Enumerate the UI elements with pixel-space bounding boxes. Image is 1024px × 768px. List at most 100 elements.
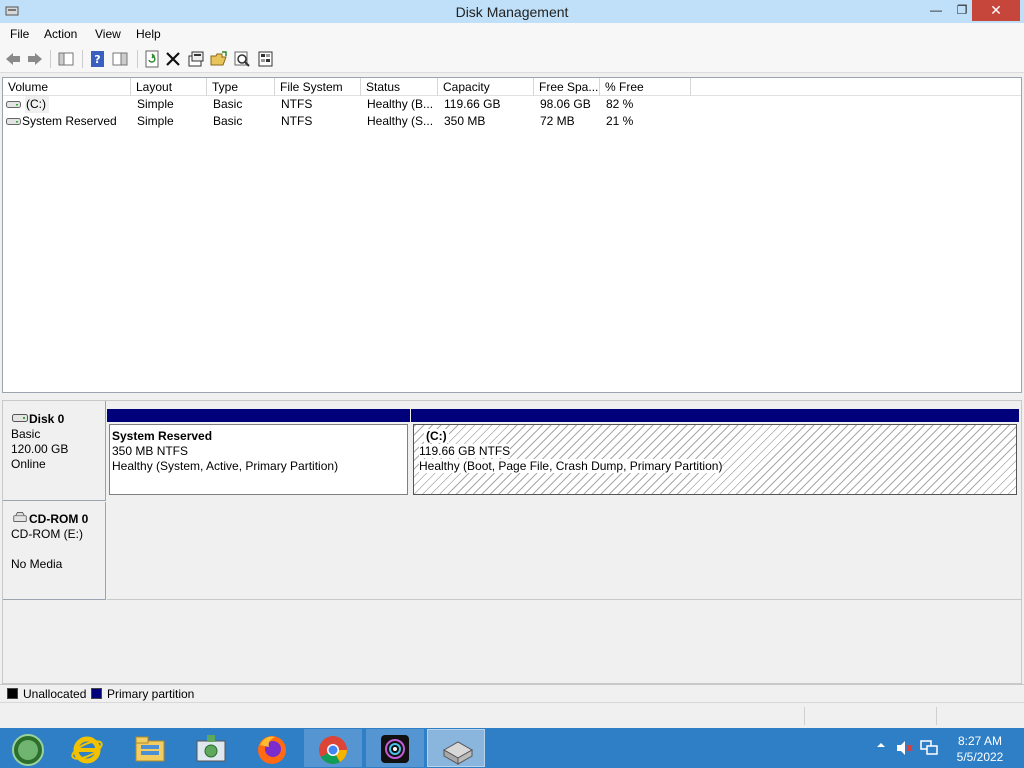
volume-status: Healthy (S...: [367, 114, 434, 128]
explore-icon[interactable]: [233, 50, 251, 68]
taskbar-chrome[interactable]: [304, 729, 362, 767]
minimize-button[interactable]: —: [922, 0, 950, 21]
taskbar-media-app[interactable]: [366, 729, 424, 767]
refresh-icon[interactable]: [143, 50, 161, 68]
cdrom-0-drive: CD-ROM (E:): [11, 527, 83, 541]
column-header-layout[interactable]: Layout: [131, 78, 207, 96]
legend-unallocated-label: Unallocated: [23, 687, 87, 701]
disk-management-icon: [442, 741, 474, 765]
chrome-icon: [319, 736, 347, 764]
legend: Unallocated Primary partition: [0, 684, 1024, 702]
menu-file[interactable]: File: [10, 27, 29, 41]
network-icon[interactable]: [920, 740, 938, 756]
column-header-volume[interactable]: Volume: [3, 78, 131, 96]
partition-name: System Reserved: [112, 429, 213, 443]
volume-name: System Reserved: [22, 114, 117, 128]
volume-percent-free: 21 %: [606, 114, 634, 128]
cdrom-0-area[interactable]: [107, 502, 1021, 600]
clock-time: 8:27 AM: [957, 734, 1003, 748]
partition-c[interactable]: (C:) 119.66 GB NTFS Healthy (Boot, Page …: [411, 409, 1019, 497]
menu-view[interactable]: View: [95, 27, 121, 41]
taskbar: 8:27 AM 5/5/2022: [0, 728, 1024, 768]
delete-icon[interactable]: [164, 50, 182, 68]
primary-partition-bar: [107, 409, 410, 422]
menu-help[interactable]: Help: [136, 27, 161, 41]
volume-percent-free: 82 %: [606, 97, 634, 111]
forward-icon[interactable]: [26, 50, 44, 68]
status-bar: [0, 702, 1024, 728]
control-panel-icon: [196, 735, 226, 762]
volume-status: Healthy (B...: [367, 97, 434, 111]
taskbar-clock[interactable]: 8:27 AM 5/5/2022: [948, 733, 1012, 765]
clock-date: 5/5/2022: [956, 750, 1004, 764]
partition-status: Healthy (Boot, Page File, Crash Dump, Pr…: [419, 459, 723, 473]
title-bar: Disk Management — ❐ ✕: [0, 0, 1024, 23]
volume-layout: Simple: [137, 97, 174, 111]
partition-size: 350 MB NTFS: [112, 444, 189, 458]
show-hidden-icons-icon[interactable]: [876, 740, 886, 750]
menu-action[interactable]: Action: [44, 27, 77, 41]
menu-bar: File Action View Help: [0, 23, 1024, 45]
disk-0-info[interactable]: Disk 0 Basic 120.00 GB Online: [3, 401, 106, 501]
volume-row[interactable]: System Reserved Simple Basic NTFS Health…: [3, 113, 1021, 130]
open-icon[interactable]: [210, 50, 228, 68]
taskbar-file-explorer[interactable]: [120, 729, 178, 767]
disk-0-state: Online: [11, 457, 46, 471]
column-header-capacity[interactable]: Capacity: [438, 78, 534, 96]
close-button[interactable]: ✕: [972, 0, 1020, 21]
column-header-file-system[interactable]: File System: [275, 78, 361, 96]
volume-name: (C:): [25, 96, 49, 113]
toolbar: ?: [0, 45, 1024, 73]
disk-0-type: Basic: [11, 427, 41, 441]
volume-type: Basic: [213, 114, 243, 128]
hard-disk-icon: [12, 414, 28, 422]
partition-system-reserved[interactable]: System Reserved 350 MB NTFS Healthy (Sys…: [107, 409, 410, 497]
back-icon[interactable]: [4, 50, 22, 68]
properties-icon[interactable]: [187, 50, 205, 68]
minimize-icon: —: [930, 3, 942, 17]
volume-list-header: Volume Layout Type File System Status Ca…: [3, 78, 1021, 96]
pane-splitter[interactable]: [0, 393, 1024, 399]
taskbar-internet-explorer[interactable]: [58, 729, 116, 767]
internet-explorer-icon: [71, 736, 103, 764]
disk-0-name: Disk 0: [29, 412, 65, 426]
restore-icon: ❐: [956, 3, 968, 17]
start-button[interactable]: [0, 729, 58, 767]
drive-icon: [6, 101, 21, 108]
column-header-type[interactable]: Type: [207, 78, 275, 96]
help-topics-icon[interactable]: [257, 50, 275, 68]
show-hide-console-tree-icon[interactable]: [57, 50, 75, 68]
primary-partition-bar: [411, 409, 1019, 422]
volume-row[interactable]: (C:) Simple Basic NTFS Healthy (B... 119…: [3, 96, 1021, 113]
column-header-free-space[interactable]: Free Spa...: [534, 78, 600, 96]
drive-icon: [6, 118, 21, 125]
legend-primary-swatch: [91, 688, 102, 699]
volume-list: Volume Layout Type File System Status Ca…: [2, 77, 1022, 393]
legend-primary-label: Primary partition: [107, 687, 195, 701]
close-icon: ✕: [990, 2, 1002, 18]
taskbar-disk-management[interactable]: [427, 729, 485, 767]
disk-graphical-view: Disk 0 Basic 120.00 GB Online System Res…: [2, 400, 1022, 684]
volume-muted-icon[interactable]: [896, 740, 914, 756]
volume-free-space: 72 MB: [540, 114, 575, 128]
window-title: Disk Management: [455, 4, 569, 20]
volume-layout: Simple: [137, 114, 174, 128]
volume-free-space: 98.06 GB: [540, 97, 591, 111]
media-app-icon: [381, 735, 409, 763]
show-hide-action-pane-icon[interactable]: [111, 50, 129, 68]
column-header-percent-free[interactable]: % Free: [600, 78, 691, 96]
volume-file-system: NTFS: [281, 114, 313, 128]
file-explorer-icon: [135, 736, 165, 762]
start-orb-icon: [12, 734, 44, 766]
cdrom-0-info[interactable]: CD-ROM 0 CD-ROM (E:) No Media: [3, 502, 106, 600]
partition-status: Healthy (System, Active, Primary Partiti…: [112, 459, 339, 473]
cdrom-0-name: CD-ROM 0: [29, 512, 89, 526]
taskbar-control-panel[interactable]: [181, 729, 239, 767]
svg-text:?: ?: [94, 53, 100, 66]
column-header-status[interactable]: Status: [361, 78, 438, 96]
partition-size: 119.66 GB NTFS: [419, 444, 511, 458]
help-icon[interactable]: ?: [89, 50, 107, 68]
volume-capacity: 350 MB: [444, 114, 486, 128]
taskbar-firefox[interactable]: [243, 729, 301, 767]
disk-0-size: 120.00 GB: [11, 442, 69, 456]
